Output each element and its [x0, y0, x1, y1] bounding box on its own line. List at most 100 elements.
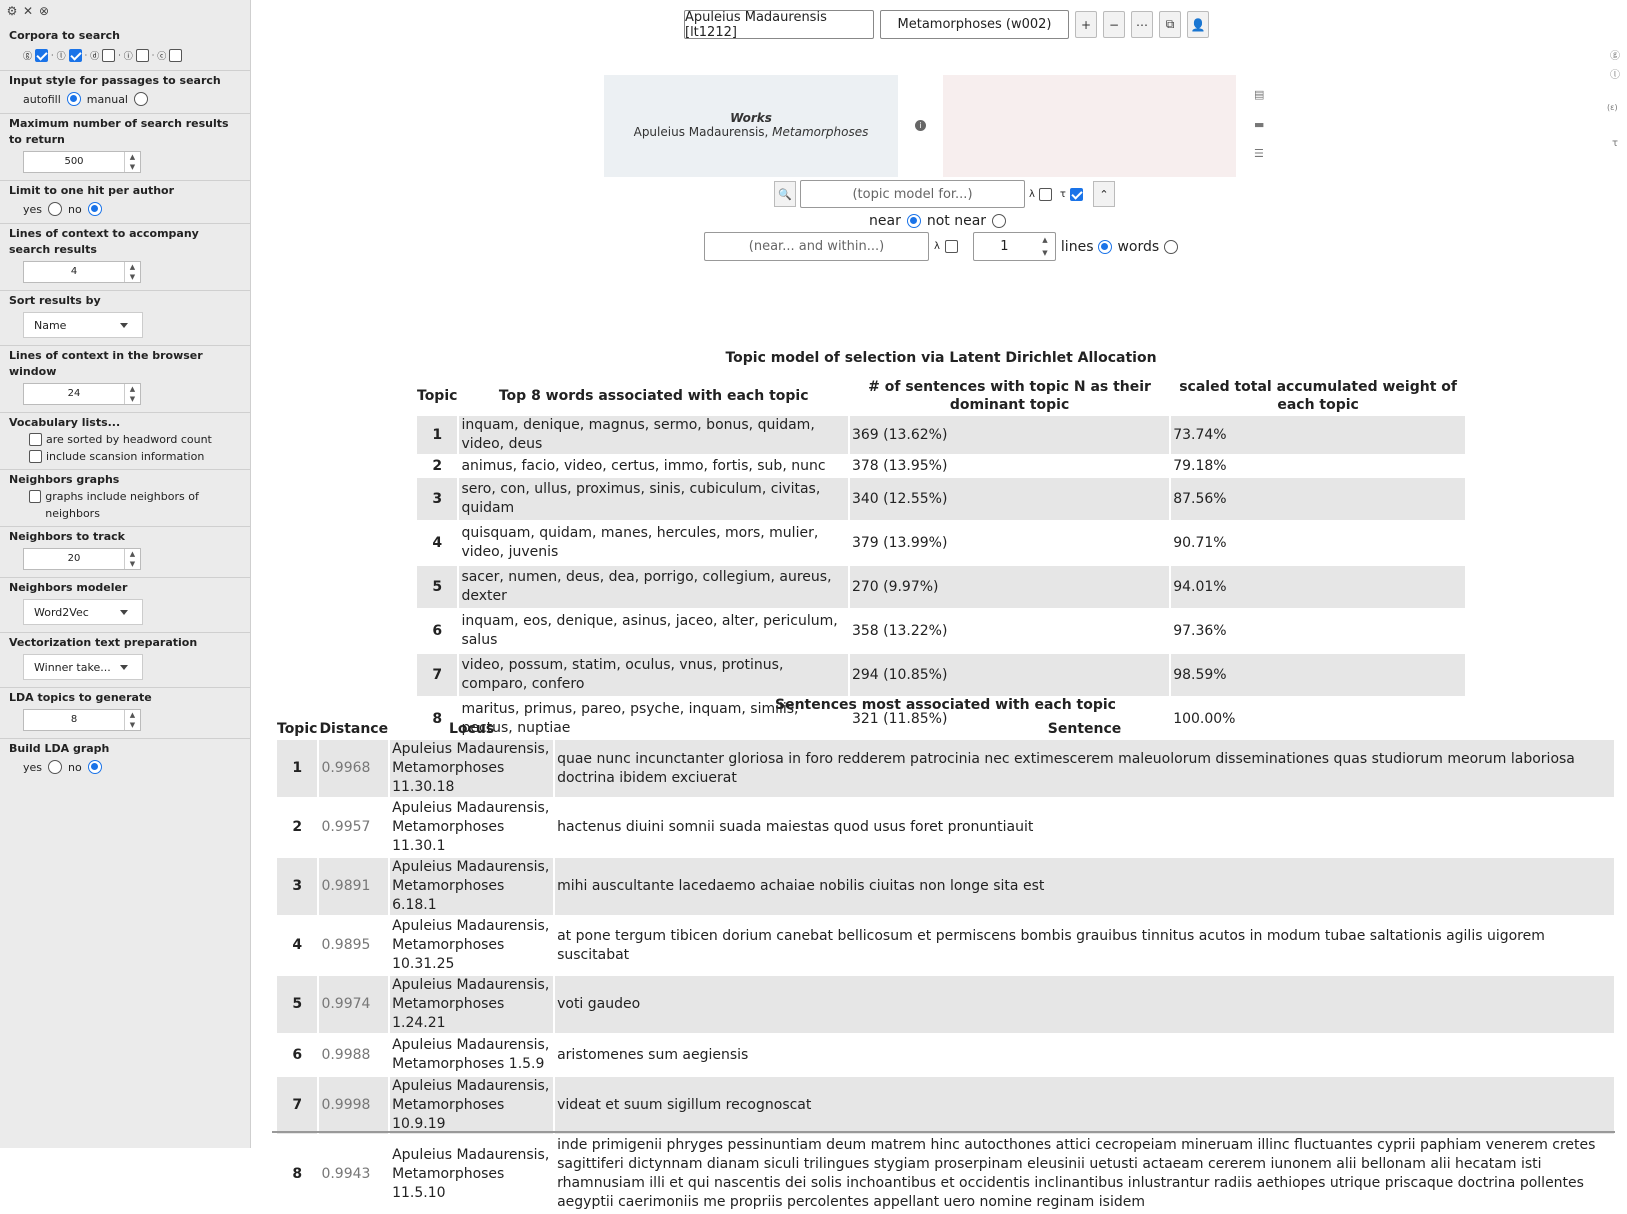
sentence-locus: Apuleius Madaurensis, Metamorphoses 11.5…	[392, 1146, 550, 1201]
manual-radio[interactable]	[134, 92, 148, 106]
vector-prep-select[interactable]: Winner take...	[23, 654, 143, 680]
build-lda-yes-radio[interactable]	[48, 760, 63, 774]
topic-table-header: Topic Top 8 words associated with each t…	[417, 378, 1465, 414]
text-icon[interactable]: ▬	[1254, 118, 1264, 131]
not-near-radio[interactable]	[992, 214, 1007, 228]
neighbors-of-neighbors-checkbox[interactable]	[29, 490, 42, 503]
chevron-up-icon[interactable]: ▲	[125, 384, 140, 394]
topic-number: 3	[417, 478, 458, 520]
neighbors-modeler-value: Word2Vec	[34, 605, 89, 619]
proximity-search-input[interactable]: (near... and within...)	[704, 232, 929, 261]
vocab-section: Vocabulary lists... are sorted by headwo…	[0, 413, 250, 470]
table-row: 6 inquam, eos, denique, asinus, jaceo, al…	[417, 610, 1465, 652]
more-icon[interactable]: ⋯	[1131, 11, 1153, 38]
chevron-down-icon[interactable]: ▼	[125, 272, 140, 282]
lambda-checkbox[interactable]	[1038, 187, 1052, 201]
sentences-col-header: # of sentences with topic N as their dom…	[868, 379, 1151, 413]
words-radio[interactable]	[1164, 239, 1179, 254]
christian-corpus-icon: ⓒ	[157, 51, 167, 62]
headword-count-checkbox[interactable]	[29, 433, 42, 446]
user-icon[interactable]: 👤	[1187, 11, 1209, 38]
greek-lexicon-icon[interactable]: ⓖ	[1610, 47, 1620, 62]
chevron-down-icon[interactable]: ▼	[1035, 247, 1055, 261]
sentence-locus: Apuleius Madaurensis, Metamorphoses 1.5.…	[392, 1037, 550, 1072]
chevron-up-icon[interactable]: ▲	[125, 152, 140, 162]
sentence-locus: Apuleius Madaurensis, Metamorphoses 6.18…	[390, 858, 554, 915]
chevron-up-icon[interactable]: ▲	[1035, 233, 1055, 247]
external-link-icon[interactable]: ⧉	[1159, 11, 1181, 38]
latin-corpus-checkbox[interactable]	[68, 48, 82, 62]
chevron-up-icon[interactable]: ▲	[125, 262, 140, 272]
sentence-text: aristomenes sum aegiensis	[557, 1046, 749, 1063]
chevron-up-icon[interactable]: ▲	[125, 549, 140, 559]
topic-words: sacer, numen, deus, dea, porrigo, colleg…	[459, 566, 848, 608]
tau-icon[interactable]: τ	[1612, 138, 1618, 149]
max-results-section: Maximum number of search results to retu…	[0, 114, 250, 181]
build-lda-no-radio[interactable]	[87, 760, 102, 774]
proximity-distance-stepper[interactable]: 1 ▲ ▼	[972, 232, 1056, 261]
browser-lines-stepper[interactable]: 24 ▲ ▼	[23, 383, 141, 405]
topic-search-input[interactable]: (topic model for...)	[800, 180, 1025, 208]
sentence-topic: 6	[292, 1046, 303, 1063]
info-icon[interactable]: i	[915, 120, 926, 131]
minus-icon[interactable]: −	[1103, 11, 1125, 38]
proximity-lambda-checkbox[interactable]	[944, 240, 958, 253]
lines-context-stepper[interactable]: 4 ▲ ▼	[23, 261, 141, 283]
papyri-corpus-checkbox[interactable]	[102, 48, 116, 62]
chevron-up-icon[interactable]: ▲	[125, 710, 140, 720]
topic-words: inquam, denique, magnus, sermo, bonus, q…	[459, 416, 848, 454]
sort-select[interactable]: Name	[23, 312, 143, 338]
neighbors-track-section: Neighbors to track 20 ▲ ▼	[0, 527, 250, 578]
sentence-text: hactenus diuini somnii suada maiestas qu…	[557, 819, 1034, 835]
max-results-stepper[interactable]: 500 ▲ ▼	[23, 151, 141, 173]
neighbors-modeler-select[interactable]: Word2Vec	[23, 599, 143, 625]
tools-icon[interactable]: ✕	[22, 4, 34, 18]
sentence-locus: Apuleius Madaurensis, Metamorphoses 10.3…	[392, 918, 550, 972]
autofill-radio[interactable]	[66, 92, 81, 106]
greek-corpus-checkbox[interactable]	[35, 48, 49, 62]
inscriptions-corpus-checkbox[interactable]	[135, 48, 149, 62]
topic-number: 7	[417, 654, 458, 696]
vector-prep-value: Winner take...	[34, 660, 111, 674]
neighbors-modeler-heading: Neighbors modeler	[9, 581, 128, 594]
neighbors-track-stepper[interactable]: 20 ▲ ▼	[23, 548, 141, 570]
one-hit-heading: Limit to one hit per author	[9, 184, 175, 197]
one-hit-no-radio[interactable]	[87, 202, 102, 216]
tau-label: τ	[1059, 188, 1066, 200]
lines-label: lines	[1060, 238, 1094, 255]
lines-radio[interactable]	[1098, 239, 1113, 254]
neighbors-of-neighbors-label: graphs include neighbors of neighbors	[45, 490, 199, 520]
plus-icon[interactable]: +	[1075, 11, 1097, 38]
chevron-down-icon[interactable]: ▼	[125, 559, 140, 569]
tau-checkbox[interactable]	[1069, 187, 1083, 201]
weight-col-header: scaled total accumulated weight of each …	[1179, 379, 1457, 413]
gear-icon[interactable]: ⚙	[6, 4, 18, 18]
lda-topics-stepper[interactable]: 8 ▲ ▼	[23, 709, 141, 731]
search-icon[interactable]: 🔍	[774, 181, 796, 207]
list-icon[interactable]: ☰	[1254, 147, 1264, 160]
sentence-distance: 0.9988	[321, 1046, 371, 1063]
parser-icon[interactable]: (ε)	[1607, 103, 1618, 112]
lines-context-heading: Lines of context to accompany search res…	[9, 227, 199, 256]
topic-words: sero, con, ullus, proximus, sinis, cubic…	[459, 478, 848, 520]
topic-number: 4	[432, 534, 443, 551]
chevron-up-icon[interactable]: ⌃	[1092, 181, 1115, 207]
table-row: 5 0.9974 Apuleius Madaurensis, Metamorphos…	[277, 976, 1614, 1033]
christian-corpus-checkbox[interactable]	[169, 48, 183, 62]
topic-weight: 79.18%	[1173, 457, 1227, 474]
close-icon[interactable]: ⊗	[38, 4, 50, 18]
browse-icon[interactable]: ▤	[1254, 88, 1264, 101]
chevron-down-icon[interactable]: ▼	[125, 162, 140, 172]
work-input[interactable]: Metamorphoses (w002)	[880, 10, 1069, 39]
chevron-down-icon[interactable]: ▼	[125, 720, 140, 730]
one-hit-yes-radio[interactable]	[48, 202, 63, 216]
max-results-value: 500	[64, 156, 84, 167]
author-input[interactable]: Apuleius Madaurensis [lt1212]	[684, 10, 874, 40]
topic-sentence-count: 358 (13.22%)	[851, 622, 948, 639]
topic-number: 5	[417, 566, 458, 608]
near-radio[interactable]	[906, 214, 921, 228]
latin-lexicon-icon[interactable]: ⓛ	[1610, 66, 1620, 81]
scansion-checkbox[interactable]	[29, 450, 42, 463]
sentence-distance: 0.9998	[319, 1077, 389, 1134]
chevron-down-icon[interactable]: ▼	[125, 394, 140, 404]
